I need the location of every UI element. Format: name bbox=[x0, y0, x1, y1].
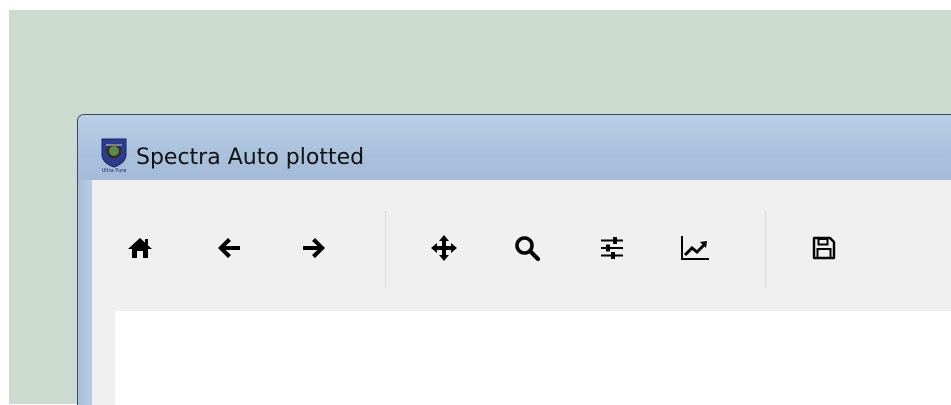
move-icon bbox=[430, 234, 458, 262]
sliders-icon bbox=[600, 236, 624, 260]
line-chart-icon bbox=[680, 235, 710, 261]
svg-text:Ultra Pure: Ultra Pure bbox=[102, 168, 127, 173]
arrow-right-icon bbox=[302, 237, 326, 259]
pan-button[interactable] bbox=[424, 228, 464, 268]
plot-window: Ultra Pure Spectra Auto plotted bbox=[77, 114, 951, 405]
plot-canvas[interactable] bbox=[115, 311, 951, 405]
title-bar[interactable]: Ultra Pure Spectra Auto plotted bbox=[78, 115, 951, 180]
home-icon bbox=[127, 236, 153, 260]
save-button[interactable] bbox=[804, 228, 844, 268]
search-icon bbox=[514, 235, 540, 261]
window-frame-left bbox=[78, 180, 92, 405]
edit-axes-button[interactable] bbox=[675, 228, 715, 268]
toolbar-separator bbox=[385, 211, 386, 288]
save-icon bbox=[812, 236, 836, 260]
configure-subplots-button[interactable] bbox=[592, 228, 632, 268]
zoom-button[interactable] bbox=[507, 228, 547, 268]
toolbar-separator bbox=[765, 211, 766, 288]
navigation-toolbar bbox=[92, 180, 951, 311]
back-button[interactable] bbox=[209, 228, 249, 268]
app-logo-icon[interactable]: Ultra Pure bbox=[97, 137, 131, 174]
forward-button[interactable] bbox=[294, 228, 334, 268]
home-button[interactable] bbox=[120, 228, 160, 268]
arrow-left-icon bbox=[217, 237, 241, 259]
window-title: Spectra Auto plotted bbox=[136, 145, 365, 170]
